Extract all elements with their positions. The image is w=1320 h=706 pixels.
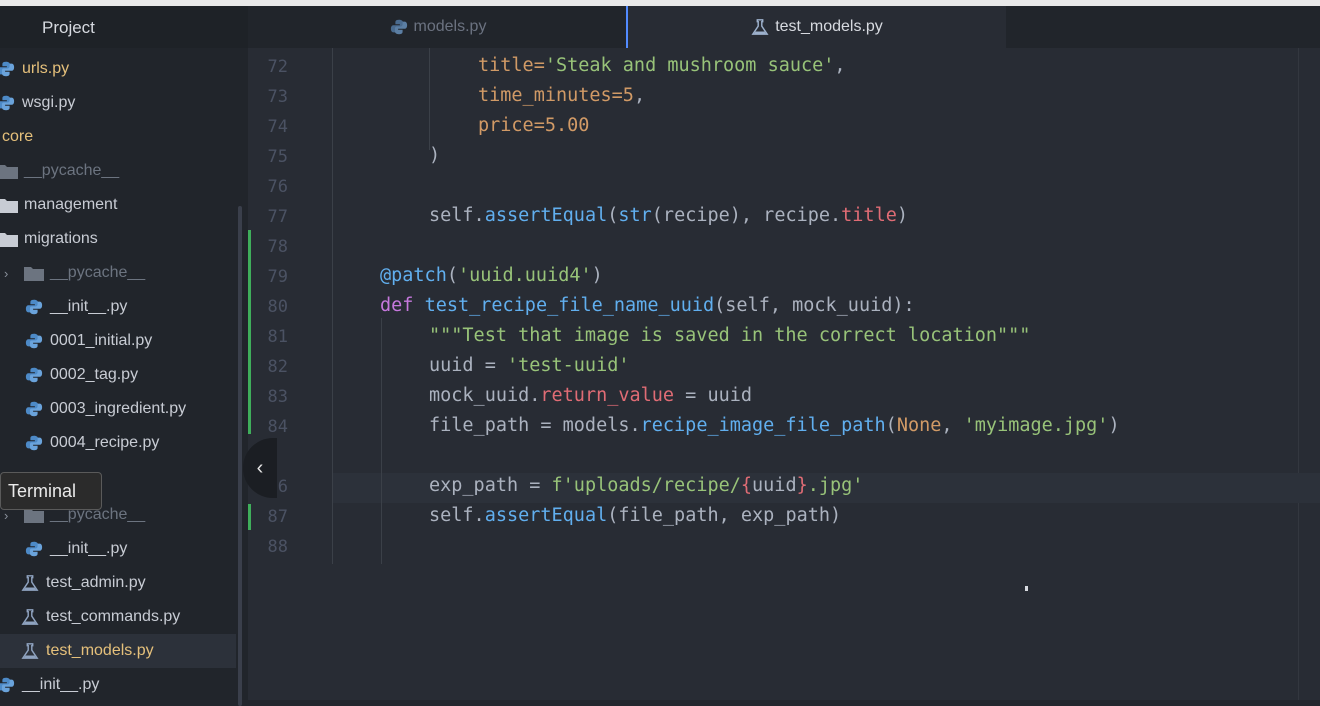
line-number: 73 xyxy=(267,87,288,107)
tree-item-0003-ingredient[interactable]: 0003_ingredient.py xyxy=(0,392,236,426)
tree-item-label: test_commands.py xyxy=(46,608,181,625)
test-flask-icon xyxy=(21,575,39,591)
folder-icon xyxy=(0,233,18,247)
chevron-left-icon: ‹ xyxy=(256,456,264,479)
tree-item-label: __pycache__ xyxy=(24,162,120,179)
code-line-74: price=5.00 xyxy=(478,115,590,136)
folder-icon xyxy=(0,165,18,179)
line-number: 74 xyxy=(267,117,288,137)
line-number: 79 xyxy=(267,267,288,287)
tree-item-label: 0002_tag.py xyxy=(50,366,139,383)
python-icon xyxy=(0,61,15,77)
tree-item-core-init[interactable]: __init__.py xyxy=(0,668,236,702)
python-icon xyxy=(25,541,43,557)
wrap-guide xyxy=(1298,48,1299,700)
python-icon xyxy=(0,95,15,111)
tree-item-label: test_models.py xyxy=(46,642,154,659)
python-icon xyxy=(25,333,43,349)
indent-guide xyxy=(332,48,333,564)
tree-item-0004-recipe[interactable]: 0004_recipe.py xyxy=(0,426,236,460)
line-number: 84 xyxy=(267,417,288,437)
line-number: 88 xyxy=(267,537,288,557)
python-icon xyxy=(25,435,43,451)
tree-item-tests-init[interactable]: __init__.py xyxy=(0,532,236,566)
line-number: 81 xyxy=(267,327,288,347)
test-flask-icon xyxy=(751,19,769,35)
tree-item-0001-initial[interactable]: 0001_initial.py xyxy=(0,324,236,358)
tree-item-wsgi[interactable]: wsgi.py xyxy=(0,86,236,120)
tree-item-label: core xyxy=(2,128,34,145)
line-number: 77 xyxy=(267,207,288,227)
code-editor[interactable]: 72 73 74 75 76 77 78 79 80 81 82 83 84 6… xyxy=(248,48,1320,700)
code-line-82: uuid = 'test-uuid' xyxy=(429,355,630,376)
tab-models-py[interactable]: models.py xyxy=(248,6,628,48)
tree-item-test-models[interactable]: test_models.py xyxy=(0,634,236,668)
sidebar-header: Project xyxy=(0,6,248,48)
code-line-75: ) xyxy=(429,145,441,166)
chevron-right-icon[interactable]: › xyxy=(4,266,18,281)
mouse-cursor xyxy=(1025,586,1028,591)
tree-item-label: __init__.py xyxy=(50,540,128,557)
line-number: 82 xyxy=(267,357,288,377)
python-icon xyxy=(390,19,407,35)
code-line-84: file_path = models.recipe_image_file_pat… xyxy=(429,415,1120,436)
tree-item-label: urls.py xyxy=(22,60,70,77)
line-number: 76 xyxy=(267,177,288,197)
project-sidebar: Project urls.py wsgi.py core __pycache__… xyxy=(0,6,248,706)
terminal-tooltip: Terminal xyxy=(0,472,102,510)
code-line-72: title='Steak and mushroom sauce', xyxy=(478,55,846,76)
python-icon xyxy=(25,299,43,315)
test-flask-icon xyxy=(21,609,39,625)
code-line-81: """Test that image is saved in the corre… xyxy=(429,325,1031,346)
sidebar-title: Project xyxy=(42,18,95,37)
line-number: 78 xyxy=(267,237,288,257)
tree-folder-core[interactable]: core xyxy=(0,120,236,154)
tree-folder-pycache[interactable]: __pycache__ xyxy=(0,154,236,188)
line-number: 72 xyxy=(267,57,288,77)
line-number: 87 xyxy=(267,507,288,527)
indent-guide xyxy=(381,318,382,564)
code-line-87: self.assertEqual(file_path, exp_path) xyxy=(429,505,842,526)
python-icon xyxy=(25,401,43,417)
tree-item-label: __init__.py xyxy=(22,676,100,693)
test-flask-icon xyxy=(21,643,39,659)
tree-item-label: 0001_initial.py xyxy=(50,332,153,349)
python-icon xyxy=(25,367,43,383)
tree-item-label: management xyxy=(24,196,118,213)
code-line-77: self.assertEqual(str(recipe), recipe.tit… xyxy=(429,205,908,226)
code-line-80: def test_recipe_file_name_uuid(self, moc… xyxy=(380,295,915,316)
line-number: 75 xyxy=(267,147,288,167)
tree-item-label: migrations xyxy=(24,230,98,247)
tree-item-test-admin[interactable]: test_admin.py xyxy=(0,566,236,600)
line-number: 83 xyxy=(267,387,288,407)
folder-icon xyxy=(24,267,44,281)
tab-label: models.py xyxy=(413,18,487,35)
editor-tab-bar: models.py test_models.py xyxy=(248,6,1320,48)
tree-folder-migrations[interactable]: migrations xyxy=(0,222,236,256)
tree-item-migrations-init[interactable]: __init__.py xyxy=(0,290,236,324)
indent-guide xyxy=(429,48,430,150)
tree-folder-management[interactable]: management xyxy=(0,188,236,222)
tree-item-test-commands[interactable]: test_commands.py xyxy=(0,600,236,634)
python-icon xyxy=(0,677,15,693)
tree-item-label: wsgi.py xyxy=(22,94,76,111)
tree-item-label: __init__.py xyxy=(50,298,128,315)
code-line-73: time_minutes=5, xyxy=(478,85,646,106)
tooltip-label: Terminal xyxy=(8,480,77,501)
tree-item-label: 0004_recipe.py xyxy=(50,434,160,451)
code-line-86: exp_path = f'uploads/recipe/{uuid}.jpg' xyxy=(429,475,864,496)
tree-item-urls[interactable]: urls.py xyxy=(0,52,236,86)
tree-item-0002-tag[interactable]: 0002_tag.py xyxy=(0,358,236,392)
sidebar-scrollbar[interactable] xyxy=(238,206,242,706)
folder-icon xyxy=(0,199,18,213)
tab-label: test_models.py xyxy=(775,18,883,35)
tree-item-label: test_admin.py xyxy=(46,574,146,591)
code-line-83: mock_uuid.return_value = uuid xyxy=(429,385,753,406)
line-number: 80 xyxy=(267,297,288,317)
tree-item-label: __pycache__ xyxy=(50,264,146,281)
code-line-79: @patch('uuid.uuid4') xyxy=(380,265,603,286)
tree-folder-migrations-pycache[interactable]: › __pycache__ xyxy=(0,256,236,290)
tree-item-label: 0003_ingredient.py xyxy=(50,400,187,417)
tab-test-models-py[interactable]: test_models.py xyxy=(628,6,1006,48)
